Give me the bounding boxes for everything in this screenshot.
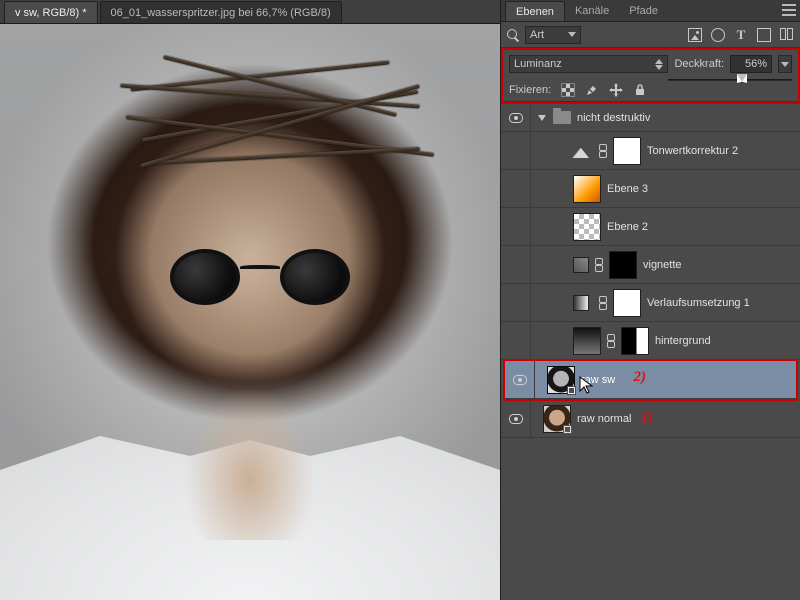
- eye-icon: [509, 113, 523, 123]
- mask-thumbnail[interactable]: [613, 289, 641, 317]
- layer-row[interactable]: hintergrund: [501, 322, 800, 360]
- layer-name[interactable]: raw normal: [577, 413, 800, 425]
- eye-icon: [509, 414, 523, 424]
- layer-thumbnail[interactable]: [573, 327, 601, 355]
- app-frame: v sw, RGB/8) * 06_01_wasserspritzer.jpg …: [0, 0, 800, 600]
- gradientmap-icon: [573, 295, 589, 311]
- lock-row: Fixieren:: [503, 78, 798, 102]
- layers-list: nicht destruktiv Tonwertkorrektur 2: [501, 104, 800, 600]
- lock-position-icon[interactable]: [609, 83, 623, 97]
- blend-mode-select[interactable]: Luminanz: [509, 55, 668, 73]
- tab-paths[interactable]: Pfade: [619, 1, 668, 21]
- chevron-down-icon: [568, 32, 576, 37]
- panel-tab-bar: Ebenen Kanäle Pfade: [501, 0, 800, 22]
- document-tab-bar: v sw, RGB/8) * 06_01_wasserspritzer.jpg …: [0, 0, 500, 24]
- opacity-label: Deckkraft:: [674, 58, 724, 70]
- filter-type-icon[interactable]: T: [734, 28, 748, 42]
- lock-transparency-icon[interactable]: [561, 83, 575, 97]
- filter-shape-icon[interactable]: [757, 28, 771, 42]
- filter-pixel-icon[interactable]: [688, 28, 702, 42]
- link-icon: [605, 334, 615, 348]
- lock-all-icon[interactable]: [633, 83, 647, 97]
- layer-row[interactable]: Ebene 3: [501, 170, 800, 208]
- smartobject-badge-icon: [567, 386, 576, 395]
- chevron-up-icon: [655, 59, 663, 64]
- layer-row[interactable]: Verlaufsumsetzung 1: [501, 284, 800, 322]
- layer-name[interactable]: raw sw: [581, 374, 796, 386]
- canvas-area: v sw, RGB/8) * 06_01_wasserspritzer.jpg …: [0, 0, 500, 600]
- mask-thumbnail[interactable]: [609, 251, 637, 279]
- opacity-slider[interactable]: [668, 74, 792, 86]
- panel-menu-icon[interactable]: [782, 4, 796, 16]
- visibility-toggle[interactable]: [501, 400, 531, 437]
- link-icon: [597, 144, 607, 158]
- lock-pixels-icon[interactable]: [585, 83, 599, 97]
- visibility-toggle[interactable]: [501, 322, 531, 359]
- layer-row[interactable]: vignette: [501, 246, 800, 284]
- visibility-toggle[interactable]: [501, 104, 531, 131]
- opacity-flyout-button[interactable]: [778, 55, 792, 73]
- photo-content: [170, 249, 350, 309]
- layer-name[interactable]: nicht destruktiv: [577, 112, 800, 124]
- opacity-input[interactable]: 56%: [730, 55, 772, 73]
- visibility-toggle[interactable]: [505, 361, 535, 398]
- image-viewport[interactable]: [0, 24, 500, 600]
- chevron-down-icon: [655, 65, 663, 70]
- layer-row[interactable]: Ebene 2: [501, 208, 800, 246]
- layer-row[interactable]: Tonwertkorrektur 2: [501, 132, 800, 170]
- mask-thumbnail[interactable]: [613, 137, 641, 165]
- layer-filter-label: Art: [530, 29, 544, 41]
- layer-name[interactable]: vignette: [643, 259, 800, 271]
- annotation-label: 2): [634, 369, 647, 386]
- fx-icon: [573, 257, 589, 273]
- filter-icon-row: T: [688, 28, 794, 42]
- blend-mode-value: Luminanz: [514, 58, 562, 70]
- disclosure-icon[interactable]: [538, 115, 546, 121]
- visibility-toggle[interactable]: [501, 246, 531, 283]
- filter-smart-icon[interactable]: [780, 28, 794, 42]
- layer-thumbnail[interactable]: [573, 213, 601, 241]
- cursor-icon: [577, 375, 597, 395]
- visibility-toggle[interactable]: [501, 170, 531, 207]
- filter-adjust-icon[interactable]: [711, 28, 725, 42]
- tab-channels[interactable]: Kanäle: [565, 1, 619, 21]
- layer-thumbnail[interactable]: [547, 366, 575, 394]
- layer-name[interactable]: Tonwertkorrektur 2: [647, 145, 800, 157]
- smartobject-badge-icon: [563, 425, 572, 434]
- layer-row[interactable]: raw normal 1): [501, 400, 800, 438]
- mask-thumbnail[interactable]: [621, 327, 649, 355]
- chevron-down-icon: [781, 62, 789, 67]
- link-icon: [597, 296, 607, 310]
- layer-group-row[interactable]: nicht destruktiv: [501, 104, 800, 132]
- slider-thumb[interactable]: [737, 74, 747, 83]
- layer-row-selected[interactable]: raw sw 2): [505, 361, 796, 399]
- layer-thumbnail[interactable]: [573, 175, 601, 203]
- layer-name[interactable]: Ebene 3: [607, 183, 800, 195]
- lock-label: Fixieren:: [509, 84, 551, 96]
- highlighted-blend-block: Luminanz Deckkraft: 56% Fixieren:: [501, 48, 800, 104]
- eye-icon: [513, 375, 527, 385]
- tab-layers[interactable]: Ebenen: [505, 1, 565, 21]
- layer-thumbnail[interactable]: [543, 405, 571, 433]
- photo-content: [170, 390, 330, 540]
- layers-panel: Ebenen Kanäle Pfade Art T Lumina: [500, 0, 800, 600]
- opacity-value: 56%: [745, 58, 767, 70]
- layer-name[interactable]: Ebene 2: [607, 221, 800, 233]
- layer-filter-select[interactable]: Art: [525, 26, 581, 44]
- annotation-label: 1): [641, 409, 654, 426]
- link-icon: [593, 258, 603, 272]
- layer-name[interactable]: Verlaufsumsetzung 1: [647, 297, 800, 309]
- search-icon: [507, 29, 519, 41]
- highlighted-layer-block: raw sw 2): [503, 359, 798, 401]
- document-tab[interactable]: 06_01_wasserspritzer.jpg bei 66,7% (RGB/…: [100, 1, 342, 23]
- levels-icon: [573, 143, 589, 159]
- document-tab[interactable]: v sw, RGB/8) *: [4, 1, 98, 23]
- layer-name[interactable]: hintergrund: [655, 335, 800, 347]
- folder-icon: [553, 111, 571, 124]
- visibility-toggle[interactable]: [501, 132, 531, 169]
- visibility-toggle[interactable]: [501, 208, 531, 245]
- visibility-toggle[interactable]: [501, 284, 531, 321]
- panel-filter-row: Art T: [501, 22, 800, 48]
